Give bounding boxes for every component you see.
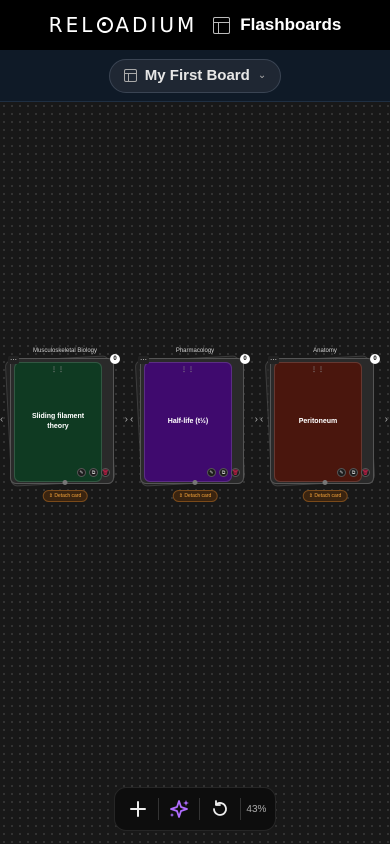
zoom-level[interactable]: 43% [246,804,266,815]
flashcard[interactable]: ⋮⋮ Sliding filament theory [14,362,102,482]
board-icon [123,69,137,82]
delete-icon[interactable]: 🗑 [361,468,370,477]
detach-card-button[interactable]: ⇕ Detach card [302,490,348,502]
detach-card-button[interactable]: ⇕ Detach card [172,490,218,502]
board-layout-icon [213,16,231,34]
card-count-badge: 0 [240,354,250,364]
chevron-down-icon: ⌄ [257,70,267,81]
card-stack: Pharmacology ⋮⋮ Half-life (t½) ⋯ 0 ‹ › ✎… [130,348,258,508]
ai-generate-button[interactable] [164,794,194,824]
card-stack: Anatomy ⋮⋮ Peritoneum ⋯ 0 ‹ › ✎ ⧉ 🗑 ⇕ De… [260,348,388,508]
prev-card-icon[interactable]: ‹ [130,414,133,425]
card-count-badge: 0 [370,354,380,364]
card-category: Pharmacology [175,348,215,354]
next-card-icon[interactable]: › [385,414,388,425]
flashcard[interactable]: ⋮⋮ Half-life (t½) [144,362,232,482]
flashcard[interactable]: ⋮⋮ Peritoneum [274,362,362,482]
delete-icon[interactable]: 🗑 [101,468,110,477]
board-canvas[interactable]: Musculoskeletal Biology ⋮⋮ Sliding filam… [0,102,390,844]
card-actions: ✎ ⧉ 🗑 [77,468,110,477]
card-stack: Musculoskeletal Biology ⋮⋮ Sliding filam… [0,348,128,508]
more-options-icon[interactable]: ⋯ [138,356,149,364]
prev-card-icon[interactable]: ‹ [0,414,3,425]
rotate-ccw-icon [213,800,228,816]
card-actions: ✎ ⧉ 🗑 [207,468,240,477]
board-name: My First Board [144,67,250,84]
detach-card-label: Detach card [54,493,82,499]
drag-handle-icon[interactable]: ⋮⋮ [311,366,325,375]
card-category: Musculoskeletal Biology [32,348,98,354]
edit-icon[interactable]: ✎ [77,468,86,477]
more-options-icon[interactable]: ⋯ [8,356,19,364]
board-bar: My First Board ⌄ [0,50,390,102]
board-select[interactable]: My First Board ⌄ [108,58,282,93]
toolbar-divider [158,798,160,820]
more-options-icon[interactable]: ⋯ [268,356,279,364]
connector-handle[interactable] [62,480,68,485]
sparkles-icon [170,800,190,818]
card-count-badge: 0 [110,354,120,364]
detach-card-label: Detach card [184,493,212,499]
duplicate-icon[interactable]: ⧉ [219,468,228,477]
edit-icon[interactable]: ✎ [207,468,216,477]
reset-view-button[interactable] [205,794,235,824]
drag-handle-icon[interactable]: ⋮⋮ [51,366,65,375]
card-actions: ✎ ⧉ 🗑 [337,468,370,477]
reloadium-logo: REL ADIUM [48,13,198,37]
add-button[interactable] [123,794,153,824]
card-title: Peritoneum [298,417,338,425]
plus-icon [130,801,147,817]
detach-card-button[interactable]: ⇕ Detach card [42,490,88,502]
logo-ring-icon [97,17,114,33]
next-card-icon[interactable]: › [125,414,128,425]
card-title: Sliding filament theory [31,412,85,431]
duplicate-icon[interactable]: ⧉ [349,468,358,477]
duplicate-icon[interactable]: ⧉ [89,468,98,477]
detach-card-label: Detach card [314,493,342,499]
connector-handle[interactable] [322,480,328,485]
delete-icon[interactable]: 🗑 [231,468,240,477]
connector-handle[interactable] [192,480,198,485]
toolbar-divider [240,798,242,820]
bottom-toolbar: 43% [114,787,276,831]
edit-icon[interactable]: ✎ [337,468,346,477]
card-title: Half-life (t½) [167,417,209,425]
toolbar-divider [199,798,201,820]
card-category: Anatomy [313,348,337,354]
app-name: Flashboards [240,15,342,34]
next-card-icon[interactable]: › [255,414,258,425]
drag-handle-icon[interactable]: ⋮⋮ [181,366,195,375]
top-bar: REL ADIUM Flashboards [0,0,390,50]
prev-card-icon[interactable]: ‹ [260,414,263,425]
